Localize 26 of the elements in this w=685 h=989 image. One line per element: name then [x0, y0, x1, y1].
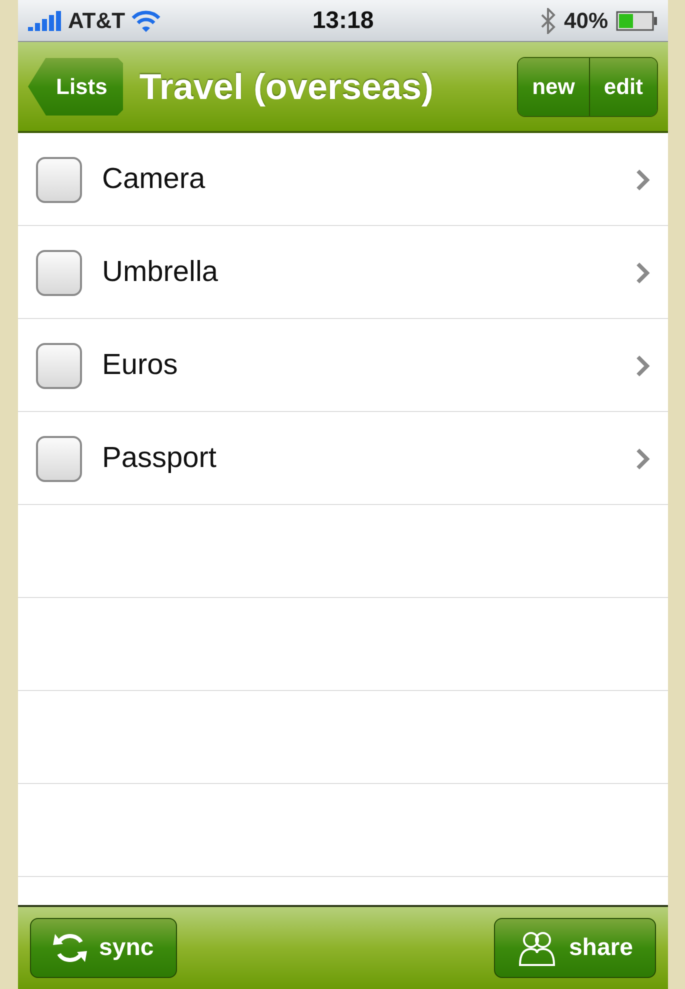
item-label[interactable]: Passport: [102, 442, 616, 475]
checkbox[interactable]: [36, 156, 82, 202]
nav-title: Travel (overseas): [139, 66, 435, 108]
sync-button[interactable]: sync: [30, 918, 177, 978]
chevron-icon: [636, 448, 650, 470]
chevron-icon: [636, 354, 650, 376]
back-button[interactable]: Lists: [28, 58, 124, 116]
share-button[interactable]: share: [494, 918, 656, 978]
people-icon: [516, 929, 557, 967]
wifi-icon: [131, 10, 162, 32]
bluetooth-icon: [540, 8, 556, 34]
clock-time: 13:18: [312, 6, 374, 34]
battery-percent: 40%: [564, 8, 608, 34]
checkbox[interactable]: [36, 250, 82, 296]
nav-button[interactable]: new: [518, 58, 589, 116]
carrier-name: AT&T: [68, 8, 126, 34]
chevron-icon: [636, 168, 650, 190]
chevron-icon: [636, 262, 650, 284]
nav-button[interactable]: edit: [588, 58, 657, 116]
item-label[interactable]: Umbrella: [102, 256, 616, 289]
signal-icon: [28, 10, 62, 30]
item-label[interactable]: Euros: [102, 349, 616, 382]
battery-icon: [616, 10, 658, 30]
checkbox[interactable]: [36, 436, 82, 482]
checkbox[interactable]: [36, 342, 82, 388]
item-label[interactable]: Camera: [102, 163, 616, 196]
